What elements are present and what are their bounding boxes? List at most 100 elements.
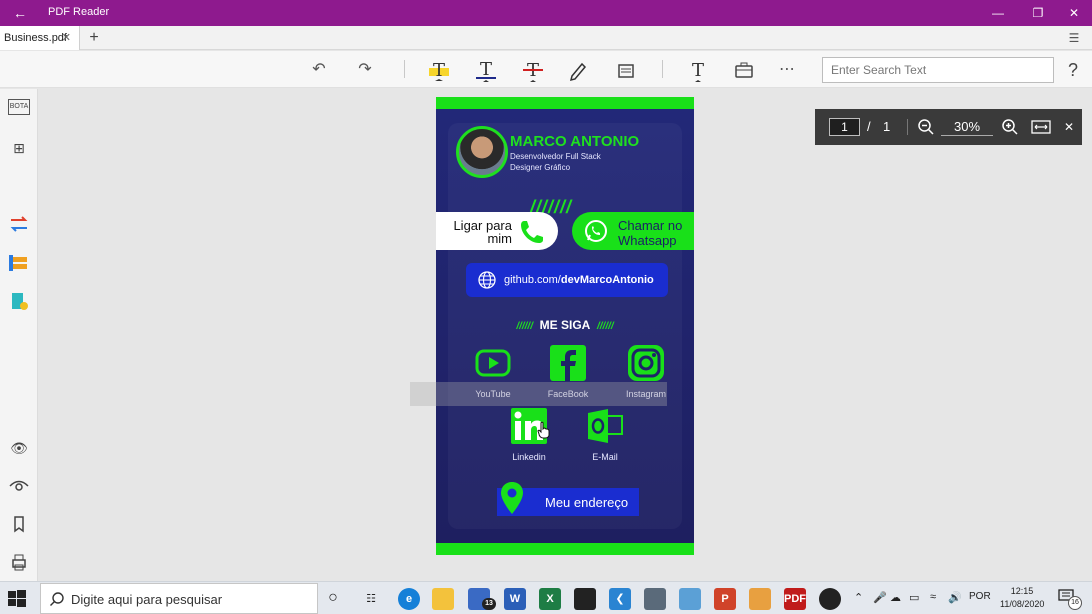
notification-count: 16 bbox=[1068, 596, 1082, 610]
new-tab-button[interactable]: + bbox=[82, 28, 106, 48]
windows-start-icon[interactable] bbox=[6, 588, 28, 610]
close-window-button[interactable]: ✕ bbox=[1054, 3, 1092, 23]
close-navigator-icon[interactable]: ✕ bbox=[1061, 119, 1077, 135]
stamp-icon[interactable] bbox=[613, 57, 639, 83]
task-view-icon[interactable]: ☷ bbox=[360, 588, 382, 610]
call-me-button[interactable]: Ligar para mim bbox=[436, 212, 558, 250]
onedrive-icon[interactable]: ☁ bbox=[890, 591, 901, 604]
faded-selection-overlay bbox=[410, 382, 667, 406]
page-separator: / bbox=[867, 119, 871, 134]
taskbar-search-placeholder: Digite aqui para pesquisar bbox=[71, 592, 223, 607]
taskbar: Digite aqui para pesquisar ○ ☷ e 13 W X … bbox=[0, 581, 1092, 614]
print-icon[interactable] bbox=[7, 551, 31, 573]
instagram-icon bbox=[628, 345, 664, 381]
pdf-reader-icon[interactable]: PDF bbox=[784, 588, 806, 610]
zoom-in-icon[interactable] bbox=[1001, 118, 1019, 136]
grid-view-icon[interactable]: ⊞ bbox=[7, 137, 31, 159]
convert-icon[interactable] bbox=[7, 213, 31, 235]
tab-bar: Business.pdf ✕ + ☰ bbox=[0, 26, 1092, 50]
navigator-divider bbox=[907, 119, 908, 135]
github-prefix: github.com/ bbox=[504, 274, 561, 286]
excel-icon[interactable]: X bbox=[539, 588, 561, 610]
card-name: MARCO ANTONIO bbox=[510, 133, 640, 150]
location-pin-icon bbox=[501, 482, 523, 514]
page-number-input[interactable]: 1 bbox=[829, 118, 860, 136]
close-tab-icon[interactable]: ✕ bbox=[62, 26, 71, 50]
toolbar-divider bbox=[662, 60, 663, 78]
app-title: PDF Reader bbox=[48, 6, 110, 18]
pdf-page: MARCO ANTONIO Desenvolvedor Full Stack D… bbox=[436, 97, 694, 555]
business-card: MARCO ANTONIO Desenvolvedor Full Stack D… bbox=[436, 109, 694, 543]
mail-icon[interactable]: 13 bbox=[468, 588, 496, 610]
tray-expand-icon[interactable]: ⌃ bbox=[854, 591, 863, 604]
whatsapp-label: Chamar no Whatsapp bbox=[618, 218, 683, 248]
powerpoint-icon[interactable]: P bbox=[714, 588, 736, 610]
toolbar: ↶ ↷ T T T T ⋯ Enter Search Text ? bbox=[0, 51, 1092, 88]
more-options-icon[interactable]: ⋯ bbox=[774, 57, 800, 83]
underline-text-icon[interactable]: T bbox=[473, 57, 499, 83]
social-email[interactable]: E-Mail bbox=[583, 407, 627, 462]
redo-icon[interactable]: ↷ bbox=[352, 57, 378, 83]
taskbar-search[interactable]: Digite aqui para pesquisar bbox=[40, 583, 318, 614]
wifi-icon[interactable]: ≈ bbox=[930, 591, 936, 603]
cortana-icon[interactable]: ○ bbox=[322, 588, 344, 610]
search-input[interactable]: Enter Search Text bbox=[822, 57, 1054, 83]
language-indicator[interactable]: POR bbox=[969, 591, 991, 602]
svg-text:T: T bbox=[480, 59, 492, 80]
page-total: 1 bbox=[883, 119, 891, 134]
obs-icon[interactable] bbox=[819, 588, 841, 610]
highlight-text-icon[interactable]: T bbox=[426, 57, 452, 83]
page-navigator: 1 / 1 30% ✕ bbox=[815, 109, 1082, 145]
outlook-icon bbox=[588, 409, 623, 443]
calculator-icon[interactable] bbox=[644, 588, 666, 610]
zoom-level[interactable]: 30% bbox=[941, 118, 993, 136]
eye-icon[interactable] bbox=[7, 475, 31, 497]
title-bar: ← PDF Reader — ❐ ✕ bbox=[0, 0, 1092, 26]
strikethrough-text-icon[interactable]: T bbox=[520, 57, 546, 83]
call-me-label: Ligar para mim bbox=[453, 218, 512, 246]
photos-icon[interactable] bbox=[679, 588, 701, 610]
back-arrow-icon[interactable]: ← bbox=[10, 3, 30, 23]
minimize-button[interactable]: — bbox=[978, 3, 1018, 23]
clock[interactable]: 12:15 11/08/2020 bbox=[1000, 585, 1044, 611]
card-role-designer: Designer Gráfico bbox=[510, 163, 571, 172]
restore-button[interactable]: ❐ bbox=[1018, 3, 1058, 23]
microphone-icon[interactable]: 🎤 bbox=[873, 591, 887, 604]
youtube-icon bbox=[475, 349, 511, 377]
bookmark-icon[interactable] bbox=[7, 513, 31, 535]
volume-icon[interactable]: 🔊 bbox=[948, 591, 962, 604]
notifications-icon[interactable]: 16 bbox=[1058, 588, 1084, 610]
tab-label: Business.pdf bbox=[4, 32, 67, 44]
tab-business-pdf[interactable]: Business.pdf ✕ bbox=[0, 26, 80, 50]
menu-icon[interactable]: ☰ bbox=[1066, 30, 1082, 46]
briefcase-icon[interactable] bbox=[731, 57, 757, 83]
github-url: github.com/devMarcoAntonio bbox=[504, 274, 654, 286]
edge-icon[interactable]: e bbox=[398, 588, 420, 610]
facebook-icon bbox=[550, 345, 586, 381]
terminal-icon[interactable] bbox=[574, 588, 596, 610]
avatar bbox=[456, 126, 508, 178]
merge-icon[interactable] bbox=[7, 252, 31, 274]
bota-icon[interactable]: BOTA bbox=[8, 99, 30, 115]
eye-slash-icon[interactable]: 👁 bbox=[7, 437, 31, 459]
zoom-out-icon[interactable] bbox=[917, 118, 935, 136]
help-icon[interactable]: ? bbox=[1062, 57, 1084, 83]
globe-icon bbox=[478, 271, 496, 289]
file-explorer-icon[interactable] bbox=[432, 588, 454, 610]
undo-icon[interactable]: ↶ bbox=[306, 57, 332, 83]
battery-icon[interactable]: ▭ bbox=[909, 591, 919, 604]
word-icon[interactable]: W bbox=[504, 588, 526, 610]
follow-deco-left: ////// bbox=[516, 321, 533, 332]
left-sidebar: BOTA ⊞ 👁 bbox=[0, 89, 38, 581]
vscode-icon[interactable]: ❮ bbox=[609, 588, 631, 610]
text-tool-icon[interactable]: T bbox=[685, 57, 711, 83]
pen-icon[interactable] bbox=[566, 57, 592, 83]
doc-edit-icon[interactable] bbox=[7, 290, 31, 312]
clock-date: 11/08/2020 bbox=[1000, 599, 1045, 609]
phone-icon bbox=[521, 221, 543, 243]
paint-icon[interactable] bbox=[749, 588, 771, 610]
address-label: Meu endereço bbox=[545, 495, 629, 510]
fit-width-icon[interactable] bbox=[1031, 119, 1051, 135]
github-link[interactable]: github.com/devMarcoAntonio bbox=[466, 263, 668, 297]
whatsapp-button[interactable]: Chamar no Whatsapp bbox=[572, 212, 694, 250]
